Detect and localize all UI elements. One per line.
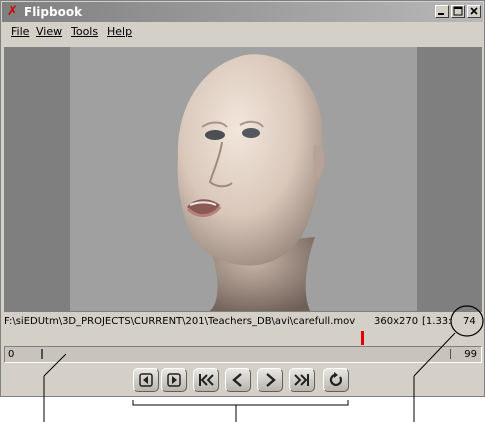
transport-bracket	[132, 400, 349, 406]
frame-number-callout-circle	[450, 305, 484, 337]
annotation-overlay	[43, 305, 484, 422]
frame-number-leader-line	[413, 332, 456, 377]
slider-leader-line	[43, 353, 67, 377]
